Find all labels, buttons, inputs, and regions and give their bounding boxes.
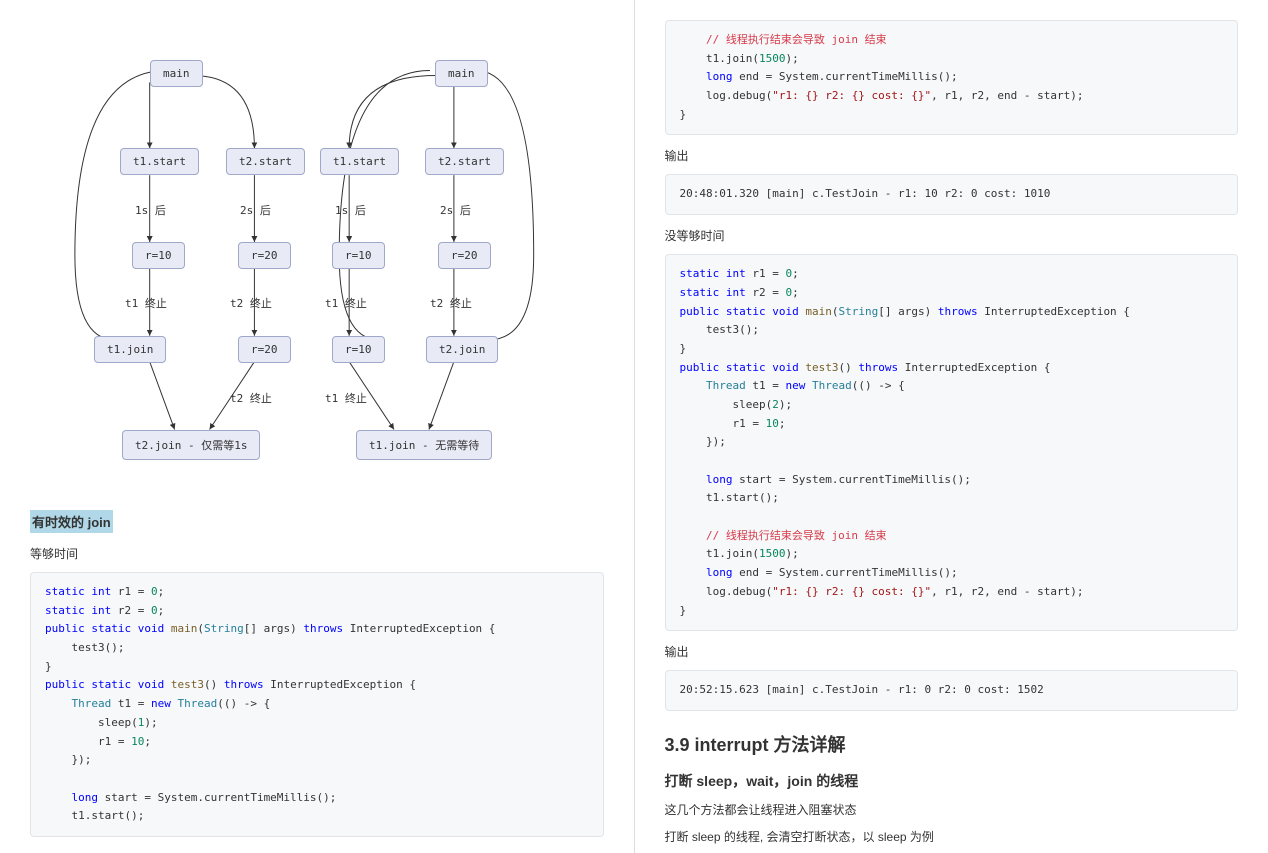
node-r10-l: r=10 <box>132 242 185 269</box>
heading-interrupt: 3.9 interrupt 方法详解 <box>665 731 1239 757</box>
node-final-l: t2.join - 仅需等1s <box>122 430 260 460</box>
node-r10b-r: r=10 <box>332 336 385 363</box>
label-t1end-r: t1 终止 <box>325 295 367 311</box>
node-r20b-l: r=20 <box>238 336 291 363</box>
output-label-1: 输出 <box>665 147 1239 164</box>
node-main-l: main <box>150 60 203 87</box>
node-r20-l: r=20 <box>238 242 291 269</box>
node-t2start-r: t2.start <box>425 148 504 175</box>
label-t2end-l: t2 终止 <box>230 295 272 311</box>
node-main-r: main <box>435 60 488 87</box>
subheading-interrupt-sleep: 打断 sleep，wait，join 的线程 <box>665 771 1239 791</box>
label-t2end2-l: t2 终止 <box>230 390 272 406</box>
code-block-join-tail1: // 线程执行结束会导致 join 结束 t1.join(1500); long… <box>665 20 1239 135</box>
label-2s-r: 2s 后 <box>440 202 471 218</box>
label-t1end-l: t1 终止 <box>125 295 167 311</box>
label-t2end-r: t2 终止 <box>430 295 472 311</box>
output-block-2: 20:52:15.623 [main] c.TestJoin - r1: 0 r… <box>665 670 1239 711</box>
code-block-test3-sleep2: static int r1 = 0; static int r2 = 0; pu… <box>665 254 1239 631</box>
paragraph-sleep-desc: 打断 sleep 的线程, 会清空打断状态，以 sleep 为例 <box>665 828 1239 847</box>
node-t2start-l: t2.start <box>226 148 305 175</box>
node-r20-r: r=20 <box>438 242 491 269</box>
subsection-enough-time: 等够时间 <box>30 545 604 562</box>
section-title-join: 有时效的 join <box>30 510 113 533</box>
label-1s-r: 1s 后 <box>335 202 366 218</box>
node-t1start-r: t1.start <box>320 148 399 175</box>
label-1s-l: 1s 后 <box>135 202 166 218</box>
output-block-1: 20:48:01.320 [main] c.TestJoin - r1: 10 … <box>665 174 1239 215</box>
output-label-2: 输出 <box>665 643 1239 660</box>
subsection-not-enough: 没等够时间 <box>665 227 1239 244</box>
node-t1start-l: t1.start <box>120 148 199 175</box>
code-block-test3-sleep1: static int r1 = 0; static int r2 = 0; pu… <box>30 572 604 837</box>
node-r10-r: r=10 <box>332 242 385 269</box>
node-t2join-r: t2.join <box>426 336 498 363</box>
node-t1join-l: t1.join <box>94 336 166 363</box>
node-final-r: t1.join - 无需等待 <box>356 430 492 460</box>
flow-diagram: main t1.start 1s 后 r=10 t1 终止 t1.join t2… <box>30 20 604 470</box>
paragraph-block-desc: 这几个方法都会让线程进入阻塞状态 <box>665 801 1239 820</box>
label-t1end2-r: t1 终止 <box>325 390 367 406</box>
label-2s-l: 2s 后 <box>240 202 271 218</box>
